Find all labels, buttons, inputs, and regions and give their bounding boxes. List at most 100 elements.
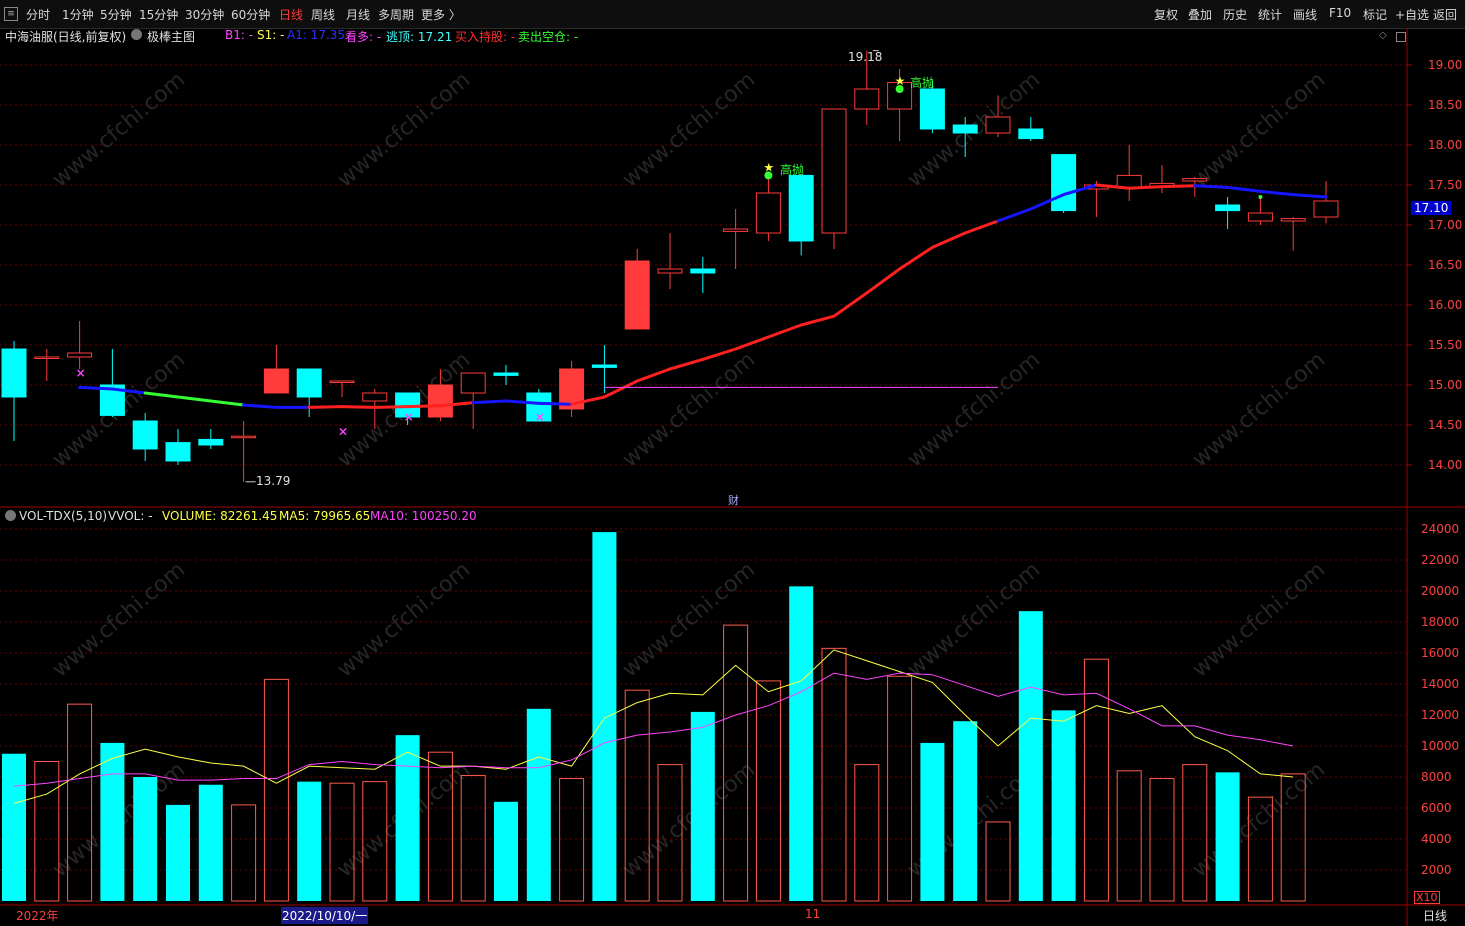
ma-line-segment: [471, 399, 508, 405]
period-tab-1[interactable]: 1分钟: [62, 6, 94, 23]
toolbar-button-2[interactable]: 历史: [1223, 6, 1247, 23]
watermark-text: www.cfchi.com: [618, 757, 760, 882]
candle-body-up: [427, 384, 453, 418]
candle-body-down: [1215, 204, 1241, 212]
period-tab-6[interactable]: 日线: [279, 6, 303, 23]
period-indicator[interactable]: 日线: [1423, 907, 1447, 924]
indicator-dropdown-icon[interactable]: [131, 29, 142, 40]
period-tab-7[interactable]: 周线: [311, 6, 335, 23]
ma-line-segment: [373, 405, 410, 409]
volume-bar-down: [297, 781, 322, 901]
volume-bar-down: [100, 742, 125, 901]
period-tab-9[interactable]: 多周期: [378, 6, 414, 23]
price-axis-label: 16.50: [1428, 258, 1462, 272]
kanduo-value: 看多: -: [345, 30, 382, 44]
price-axis-label: 15.50: [1428, 338, 1462, 352]
ma-line-segment: [668, 357, 705, 371]
candle-body-down: [296, 368, 322, 398]
volume-axis-label: 22000: [1421, 553, 1459, 567]
sell-empty-value: 卖出空仓: -: [518, 30, 579, 44]
candle-body-down: [1051, 154, 1077, 212]
candle-body-up: [657, 268, 683, 274]
small-signal-dot: [1258, 195, 1263, 199]
period-tab-2[interactable]: 5分钟: [100, 6, 132, 23]
a1-value: A1: 17.35: [287, 28, 346, 42]
candle-body-up: [231, 435, 257, 439]
volume-bar-down: [2, 753, 26, 901]
price-axis-label: 19.00: [1428, 58, 1462, 72]
volume-bar-up: [263, 678, 289, 902]
watermark-text: www.cfchi.com: [618, 67, 760, 192]
volume-bar-down: [166, 804, 190, 901]
menu-icon[interactable]: ≡: [4, 7, 18, 21]
toolbar-button-1[interactable]: 叠加: [1188, 6, 1212, 23]
kline-chart[interactable]: www.cfchi.com www.cfchi.com www.cfchi.com w…: [0, 28, 1465, 926]
toolbar-button-5[interactable]: F10: [1329, 6, 1351, 20]
volume-axis-label: 10000: [1421, 739, 1459, 753]
watermark-text: www.cfchi.com: [618, 347, 760, 472]
volume-axis-label: 12000: [1421, 708, 1459, 722]
price-axis-label: 18.50: [1428, 98, 1462, 112]
diamond-icon[interactable]: ◇: [1379, 30, 1387, 41]
vol-dropdown-icon[interactable]: [5, 510, 16, 521]
volume-axis-label: 24000: [1421, 522, 1459, 536]
price-axis-label: 15.00: [1428, 378, 1462, 392]
volume-bar-up: [460, 774, 486, 902]
volume-axis-label: 8000: [1421, 770, 1452, 784]
ma-line-segment: [1160, 184, 1197, 189]
ma-line-segment: [996, 207, 1033, 223]
period-toolbar: ≡ 分时 1分钟 5分钟 15分钟 30分钟 60分钟 日线 周线 月线 多周期 更多 〉 复权 叠加…: [0, 0, 1465, 29]
ma-line-segment: [1291, 193, 1328, 199]
period-tab-4[interactable]: 30分钟: [185, 6, 224, 23]
cross-marker: ×: [338, 424, 348, 438]
volume-bar-down: [198, 784, 223, 901]
candle-body-up: [34, 356, 60, 359]
volume-bar-up: [985, 821, 1011, 902]
period-tab-0[interactable]: 分时: [26, 6, 50, 23]
volume-axis-label: 14000: [1421, 677, 1459, 691]
ma-line-segment: [865, 267, 902, 295]
ma-line-segment: [734, 335, 770, 351]
star-marker: ★: [763, 160, 774, 174]
volume-bar-down: [395, 735, 420, 901]
date-year-label: 2022年: [16, 909, 59, 923]
volume-axis-label: 6000: [1421, 801, 1452, 815]
volume-bar-up: [755, 680, 781, 902]
period-tab-5[interactable]: 60分钟: [231, 6, 270, 23]
volume-axis-label: 4000: [1421, 832, 1452, 846]
low-price-label: 13.79: [256, 474, 291, 488]
volume-axis-label: 2000: [1421, 863, 1452, 877]
candle-body-down: [165, 442, 191, 462]
toolbar-button-6[interactable]: 标记: [1363, 6, 1387, 23]
ma-line-segment: [307, 405, 344, 409]
finance-marker[interactable]: 财: [728, 492, 739, 508]
square-icon[interactable]: [1396, 32, 1406, 42]
toolbar-button-8[interactable]: 返回: [1433, 6, 1457, 23]
ma-line-segment: [1226, 185, 1262, 193]
toolbar-button-0[interactable]: 复权: [1154, 6, 1178, 23]
candle-body-up: [821, 108, 847, 234]
toolbar-button-3[interactable]: 统计: [1258, 6, 1282, 23]
candle-body-down: [690, 268, 716, 274]
volume-bar-down: [592, 532, 617, 901]
volume-bar-up: [854, 764, 880, 902]
period-tab-8[interactable]: 月线: [346, 6, 370, 23]
vvol-value: VVOL: -: [108, 509, 153, 523]
star-marker: ★: [895, 74, 906, 88]
vol-indicator-name[interactable]: VOL-TDX(5,10): [19, 509, 107, 523]
watermark-text: www.cfchi.com: [1188, 757, 1330, 882]
period-tab-10[interactable]: 更多 〉: [421, 6, 461, 23]
candle-body-down: [591, 364, 617, 368]
indicator-name[interactable]: 极棒主图: [147, 28, 195, 45]
cross-marker: ×: [404, 410, 414, 424]
watermark-text: www.cfchi.com: [903, 347, 1045, 472]
buy-hold-value: 买入持股: -: [455, 30, 516, 44]
toolbar-button-4[interactable]: 画线: [1293, 6, 1317, 23]
volume-bar-down: [920, 742, 945, 901]
watermark-text: www.cfchi.com: [1188, 67, 1330, 192]
period-tab-3[interactable]: 15分钟: [139, 6, 178, 23]
selected-date-label: 2022/10/10/一: [281, 907, 369, 924]
candle-body-down: [198, 438, 224, 446]
stock-title: 中海油服(日线,前复权): [5, 30, 127, 44]
toolbar-button-7[interactable]: +自选: [1395, 6, 1429, 23]
